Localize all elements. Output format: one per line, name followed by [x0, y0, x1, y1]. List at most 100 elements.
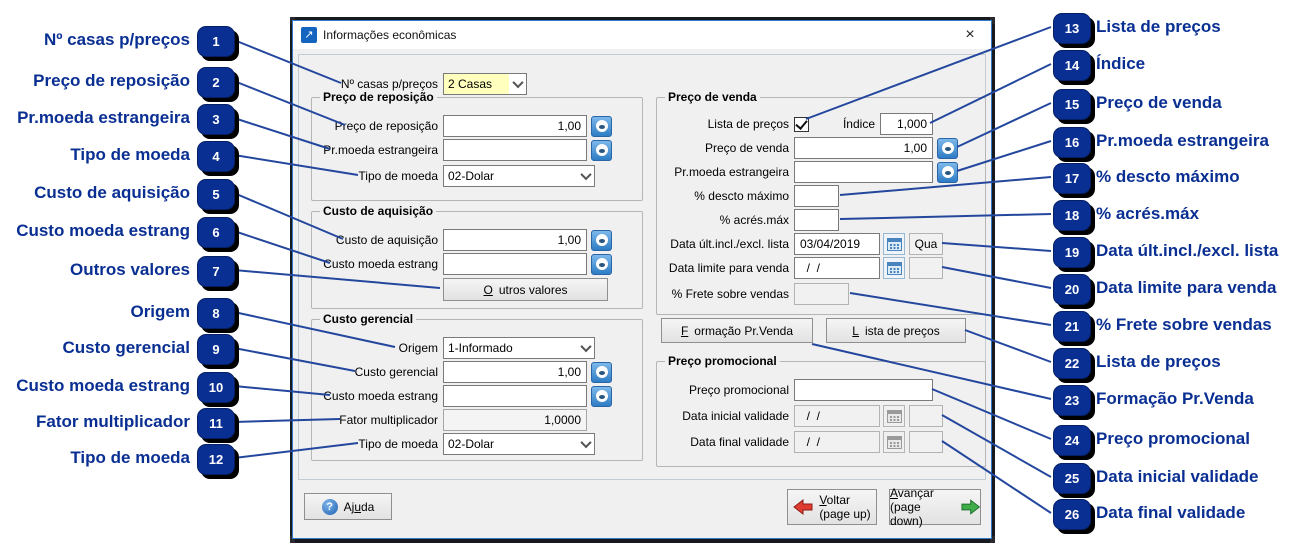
value-calc-button[interactable] — [591, 253, 612, 275]
callout-label-4: Tipo de moeda — [70, 145, 190, 164]
tipo-moeda-label: Tipo de moeda — [358, 169, 438, 183]
data-inicial-label: Data inicial validade — [682, 409, 789, 423]
preco-reposicao-label: Preço de reposição — [334, 119, 438, 133]
callout-badge-22: 22 — [1053, 348, 1091, 379]
data-final-input: / / — [794, 431, 880, 453]
lista-de-precos-button[interactable]: Lista de preços — [826, 318, 966, 343]
descto-maximo-label: % descto máximo — [694, 189, 789, 203]
callout-label-25: Data inicial validade — [1096, 467, 1259, 486]
field-acres-max: % acrés.máx — [657, 209, 839, 231]
voltar-button-sub: (page up) — [819, 507, 871, 521]
callout-badge-25: 25 — [1053, 463, 1091, 494]
callout-label-7: Outros valores — [70, 260, 190, 279]
custo-moeda-estrang-gerencial-input[interactable] — [443, 385, 587, 407]
callout-label-17: % descto máximo — [1096, 167, 1240, 186]
field-frete-sobre-vendas: % Frete sobre vendas — [657, 283, 849, 305]
field-tipo-moeda-gerencial: Tipo de moeda 02-Dolar — [317, 433, 595, 455]
calendar-button[interactable] — [883, 257, 905, 279]
group-title: Custo de aquisição — [320, 204, 437, 218]
calendar-button[interactable] — [883, 233, 905, 255]
field-data-limite-venda: Data limite para venda / / — [657, 257, 943, 279]
title-bar: ↗ Informações econômicas × — [293, 21, 991, 49]
tipo-moeda-gerencial-value: 02-Dolar — [448, 437, 495, 451]
origem-select[interactable]: 1-Informado — [443, 337, 595, 359]
callout-badge-9: 9 — [197, 334, 235, 365]
custo-aquisicao-input[interactable]: 1,00 — [443, 229, 587, 251]
calendar-button-disabled — [883, 431, 905, 453]
preco-reposicao-input[interactable]: 1,00 — [443, 115, 587, 137]
custo-gerencial-label: Custo gerencial — [354, 365, 438, 379]
preco-promocional-input[interactable] — [794, 379, 933, 401]
data-limite-input[interactable]: / / — [794, 257, 880, 279]
window-title: Informações econômicas — [323, 28, 457, 42]
custo-gerencial-input[interactable]: 1,00 — [443, 361, 587, 383]
preco-venda-input[interactable]: 1,00 — [794, 137, 933, 159]
value-calc-button[interactable] — [591, 115, 612, 137]
ajuda-button-label: Ajuda — [343, 499, 375, 514]
origem-value: 1-Informado — [448, 341, 513, 355]
callout-badge-21: 21 — [1053, 311, 1091, 342]
lista-precos-checkbox[interactable] — [794, 116, 809, 132]
ncasas-select[interactable]: 2 Casas — [443, 73, 527, 95]
ajuda-button[interactable]: ? Ajuda — [304, 493, 392, 520]
callout-label-8: Origem — [130, 302, 190, 321]
custo-moeda-estrang-label: Custo moeda estrang — [323, 389, 438, 403]
origem-label: Origem — [398, 341, 438, 355]
field-data-final-validade: Data final validade / / — [657, 431, 943, 453]
callout-label-20: Data limite para venda — [1096, 278, 1277, 297]
descto-maximo-input[interactable] — [794, 185, 839, 207]
callout-label-3: Pr.moeda estrangeira — [17, 108, 190, 127]
field-origem: Origem 1-Informado — [317, 337, 595, 359]
callout-label-12: Tipo de moeda — [70, 448, 190, 467]
clock-icon — [595, 120, 608, 132]
callout-badge-18: 18 — [1053, 200, 1091, 231]
indice-label: Índice — [842, 117, 875, 131]
field-custo-gerencial: Custo gerencial 1,00 — [317, 361, 612, 383]
tipo-moeda-select[interactable]: 02-Dolar — [443, 165, 595, 187]
pr-moeda-estrangeira-venda-input[interactable] — [794, 161, 933, 183]
value-calc-button[interactable] — [937, 161, 958, 183]
callout-label-14: Índice — [1096, 54, 1146, 73]
clock-icon — [941, 166, 954, 178]
chevron-down-icon — [577, 166, 594, 186]
tipo-moeda-gerencial-select[interactable]: 02-Dolar — [443, 433, 595, 455]
weekday-box — [909, 257, 943, 279]
callout-badge-26: 26 — [1053, 499, 1091, 530]
pr-moeda-estrangeira-input[interactable] — [443, 139, 587, 161]
help-icon: ? — [321, 498, 338, 515]
voltar-button[interactable]: Voltar (page up) — [787, 489, 877, 525]
callout-label-19: Data últ.incl./excl. lista — [1096, 241, 1279, 260]
callout-label-6: Custo moeda estrang — [16, 221, 190, 240]
weekday-box: Qua — [909, 233, 943, 255]
indice-input[interactable]: 1,000 — [880, 113, 933, 135]
ncasas-value: 2 Casas — [444, 74, 509, 94]
chevron-down-icon — [577, 338, 594, 358]
field-pr-moeda-estrangeira: Pr.moeda estrangeira — [317, 139, 612, 161]
data-ult-label: Data últ.incl./excl. lista — [670, 237, 789, 251]
callout-label-1: Nº casas p/preços — [43, 30, 190, 49]
callout-badge-3: 3 — [197, 104, 235, 135]
lista-precos-label: Lista de preços — [707, 117, 789, 131]
acres-max-input[interactable] — [794, 209, 839, 231]
value-calc-button[interactable] — [937, 137, 958, 159]
value-calc-button[interactable] — [591, 139, 612, 161]
callout-label-26: Data final validade — [1096, 503, 1246, 522]
callout-badge-20: 20 — [1053, 274, 1091, 305]
avancar-button-sub: (page down) — [890, 500, 923, 528]
formacao-pr-venda-button[interactable]: Formação Pr.Venda — [661, 318, 813, 343]
value-calc-button[interactable] — [591, 385, 612, 407]
callout-label-16: Pr.moeda estrangeira — [1096, 131, 1269, 150]
callout-badge-19: 19 — [1053, 237, 1091, 268]
custo-moeda-estrang-input[interactable] — [443, 253, 587, 275]
weekday-box — [909, 431, 943, 453]
close-button[interactable]: × — [953, 23, 987, 47]
value-calc-button[interactable] — [591, 229, 612, 251]
callout-badge-11: 11 — [197, 408, 235, 439]
value-calc-button[interactable] — [591, 361, 612, 383]
clock-icon — [595, 390, 608, 402]
avancar-button[interactable]: Avançar (page down) — [889, 486, 981, 528]
field-preco-promocional: Preço promocional — [657, 379, 933, 401]
outros-valores-button[interactable]: Outros valores — [443, 278, 608, 301]
chevron-down-icon — [577, 434, 594, 454]
data-ult-input[interactable]: 03/04/2019 — [794, 233, 880, 255]
